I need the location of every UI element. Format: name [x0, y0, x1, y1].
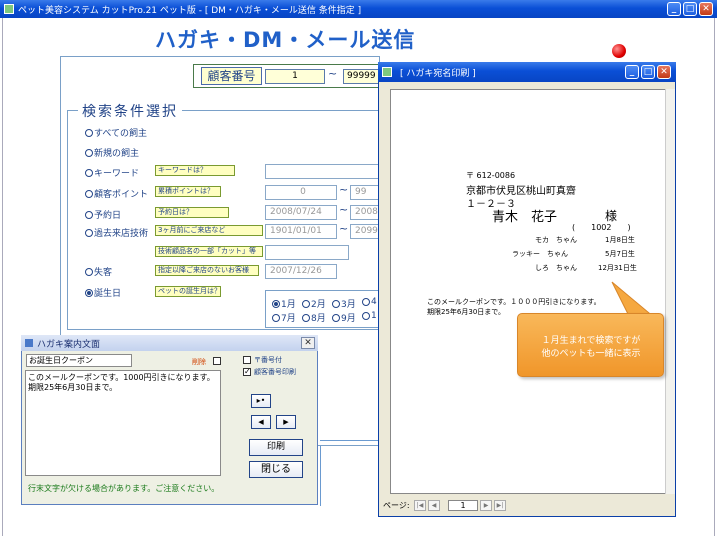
next-button[interactable]: ▶: [276, 415, 296, 429]
customer-no-from[interactable]: 1: [265, 69, 325, 84]
callout-line-2: 他のペットも一緒に表示: [541, 349, 641, 359]
reservation-hint: 予約日は？: [155, 207, 229, 218]
preview-minimize-button[interactable]: _: [625, 65, 639, 79]
postcard-message-1: このメールクーポンです。１０００円引きになります。: [427, 298, 601, 306]
search-section-title: 検索条件選択: [78, 101, 182, 121]
prev-button[interactable]: ◀: [251, 415, 271, 429]
app-icon: [4, 4, 14, 14]
postal-checkbox[interactable]: [243, 356, 251, 364]
month-radio-7[interactable]: 7月: [272, 311, 296, 324]
postcard-message-2: 期限25年6月30日まで。: [427, 308, 505, 316]
guide-dialog-title: ハガキ案内文面: [37, 339, 101, 350]
lost-customer-date-input[interactable]: 2007/12/26: [265, 264, 337, 279]
technique-name-input[interactable]: [265, 245, 349, 260]
month-radio-4[interactable]: 4: [362, 297, 377, 307]
radio-birthday[interactable]: 誕生日: [85, 286, 121, 299]
page-number-input[interactable]: 1: [448, 500, 478, 511]
pet-name-1: モカ ちゃん: [535, 236, 577, 244]
page-label: ページ:: [383, 501, 410, 510]
month-radio-8[interactable]: 8月: [302, 311, 326, 324]
preview-close-button[interactable]: ✕: [657, 65, 671, 79]
main-titlebar: ペット美容システム カットPro.21 ペット版 - [ DM・ハガキ・メール送…: [0, 0, 717, 18]
radio-keyword[interactable]: キーワード: [85, 166, 139, 179]
pet-name-2: ラッキー ちゃん: [512, 250, 568, 258]
pet-name-3: しろ ちゃん: [535, 264, 577, 272]
tilde-separator: ~: [328, 67, 338, 80]
keyword-hint: キーワードは？: [155, 165, 235, 176]
close-dialog-button[interactable]: 閉じる: [249, 461, 303, 478]
print-button[interactable]: 印刷: [249, 439, 303, 456]
callout-line-1: １月生まれで検索ですが: [541, 336, 641, 346]
preview-app-icon: [382, 67, 392, 77]
message-line-2: 期限25年6月30日まで。: [28, 383, 118, 392]
guide-dialog-close-button[interactable]: ✕: [301, 337, 315, 349]
first-page-button[interactable]: |◀: [414, 500, 426, 511]
recipient-customer-no: ( 1002 ): [572, 223, 631, 232]
customer-no-to[interactable]: 99999: [343, 69, 383, 84]
connector-line-h: [320, 440, 380, 441]
connector-line: [320, 446, 321, 506]
reservation-from-input[interactable]: 2008/07/24: [265, 205, 337, 220]
close-button[interactable]: ✕: [699, 2, 713, 16]
technique-hint: 3ヶ月前にご来店など: [155, 225, 263, 236]
minimize-button[interactable]: _: [667, 2, 681, 16]
technique-from-input[interactable]: 1901/01/01: [265, 224, 337, 239]
customer-no-label: 顧客番号: [201, 67, 262, 85]
keyword-input[interactable]: [265, 164, 383, 179]
last-page-button[interactable]: ▶|: [494, 500, 506, 511]
prev-page-button[interactable]: ◀: [428, 500, 440, 511]
message-textarea[interactable]: このメールクーポンです。1000円引きになります。 期限25年6月30日まで。: [25, 370, 221, 476]
delete-checkbox[interactable]: [213, 357, 221, 365]
postal-checkbox-label: 〒番号付: [254, 356, 282, 364]
month-radio-3[interactable]: 3月: [332, 297, 356, 310]
insert-button[interactable]: ▸•: [251, 394, 271, 408]
radio-lost-customer[interactable]: 失客: [85, 265, 112, 278]
pet-bday-2: 5月7日生: [605, 250, 635, 258]
preview-window-title: [ ハガキ宛名印刷 ]: [400, 68, 476, 79]
preview-scrollbar[interactable]: [665, 89, 675, 494]
month-radio-9[interactable]: 9月: [332, 311, 356, 324]
message-line-1: このメールクーポンです。1000円引きになります。: [28, 373, 215, 382]
technique-tilde: ~: [339, 222, 349, 235]
birthday-hint: ペットの誕生月は？: [155, 286, 221, 297]
main-window-title: ペット美容システム カットPro.21 ペット版 - [ DM・ハガキ・メール送…: [18, 5, 362, 16]
guide-dialog-titlebar: ハガキ案内文面: [21, 335, 318, 351]
month-radio-1[interactable]: 1月: [272, 297, 296, 310]
dialog-icon: [25, 339, 33, 347]
radio-reservation-date[interactable]: 予約日: [85, 208, 121, 221]
radio-new-owners[interactable]: 新規の飼主: [85, 146, 139, 159]
radio-customer-point[interactable]: 顧客ポイント: [85, 187, 148, 200]
month-radio-2[interactable]: 2月: [302, 297, 326, 310]
lost-customer-hint: 指定以降ご来店のないお客様: [155, 265, 259, 276]
recipient-postal: 〒 612-0086: [466, 171, 516, 180]
preview-maximize-button[interactable]: □: [641, 65, 655, 79]
point-tilde: ~: [339, 183, 349, 196]
point-hint: 累積ポイントは？: [155, 186, 221, 197]
page-title: ハガキ・DM・メール送信: [155, 28, 416, 52]
pet-bday-1: 1月8日生: [605, 236, 635, 244]
radio-past-technique[interactable]: 過去来店技術: [85, 226, 148, 239]
month-radio-10[interactable]: 1: [362, 311, 377, 321]
point-from-input[interactable]: 0: [265, 185, 337, 200]
reservation-tilde: ~: [339, 203, 349, 216]
next-page-button[interactable]: ▶: [480, 500, 492, 511]
delete-label: 削除: [192, 358, 206, 366]
subject-input[interactable]: お誕生日クーポン: [26, 354, 132, 367]
technique-name-hint: 技術顧品名の一部「カット」等: [155, 246, 263, 257]
pet-bday-3: 12月31日生: [598, 264, 637, 272]
dialog-footer-note: 行末文字が欠ける場合があります。ご注意ください。: [28, 484, 220, 493]
custno-checkbox[interactable]: ✓: [243, 368, 251, 376]
radio-all-owners[interactable]: すべての飼主: [85, 126, 147, 139]
recipient-name: 青木 花子: [492, 210, 558, 225]
custno-checkbox-label: 顧客番号印刷: [254, 368, 296, 376]
maximize-button[interactable]: □: [683, 2, 697, 16]
red-marker-icon: [612, 44, 626, 58]
